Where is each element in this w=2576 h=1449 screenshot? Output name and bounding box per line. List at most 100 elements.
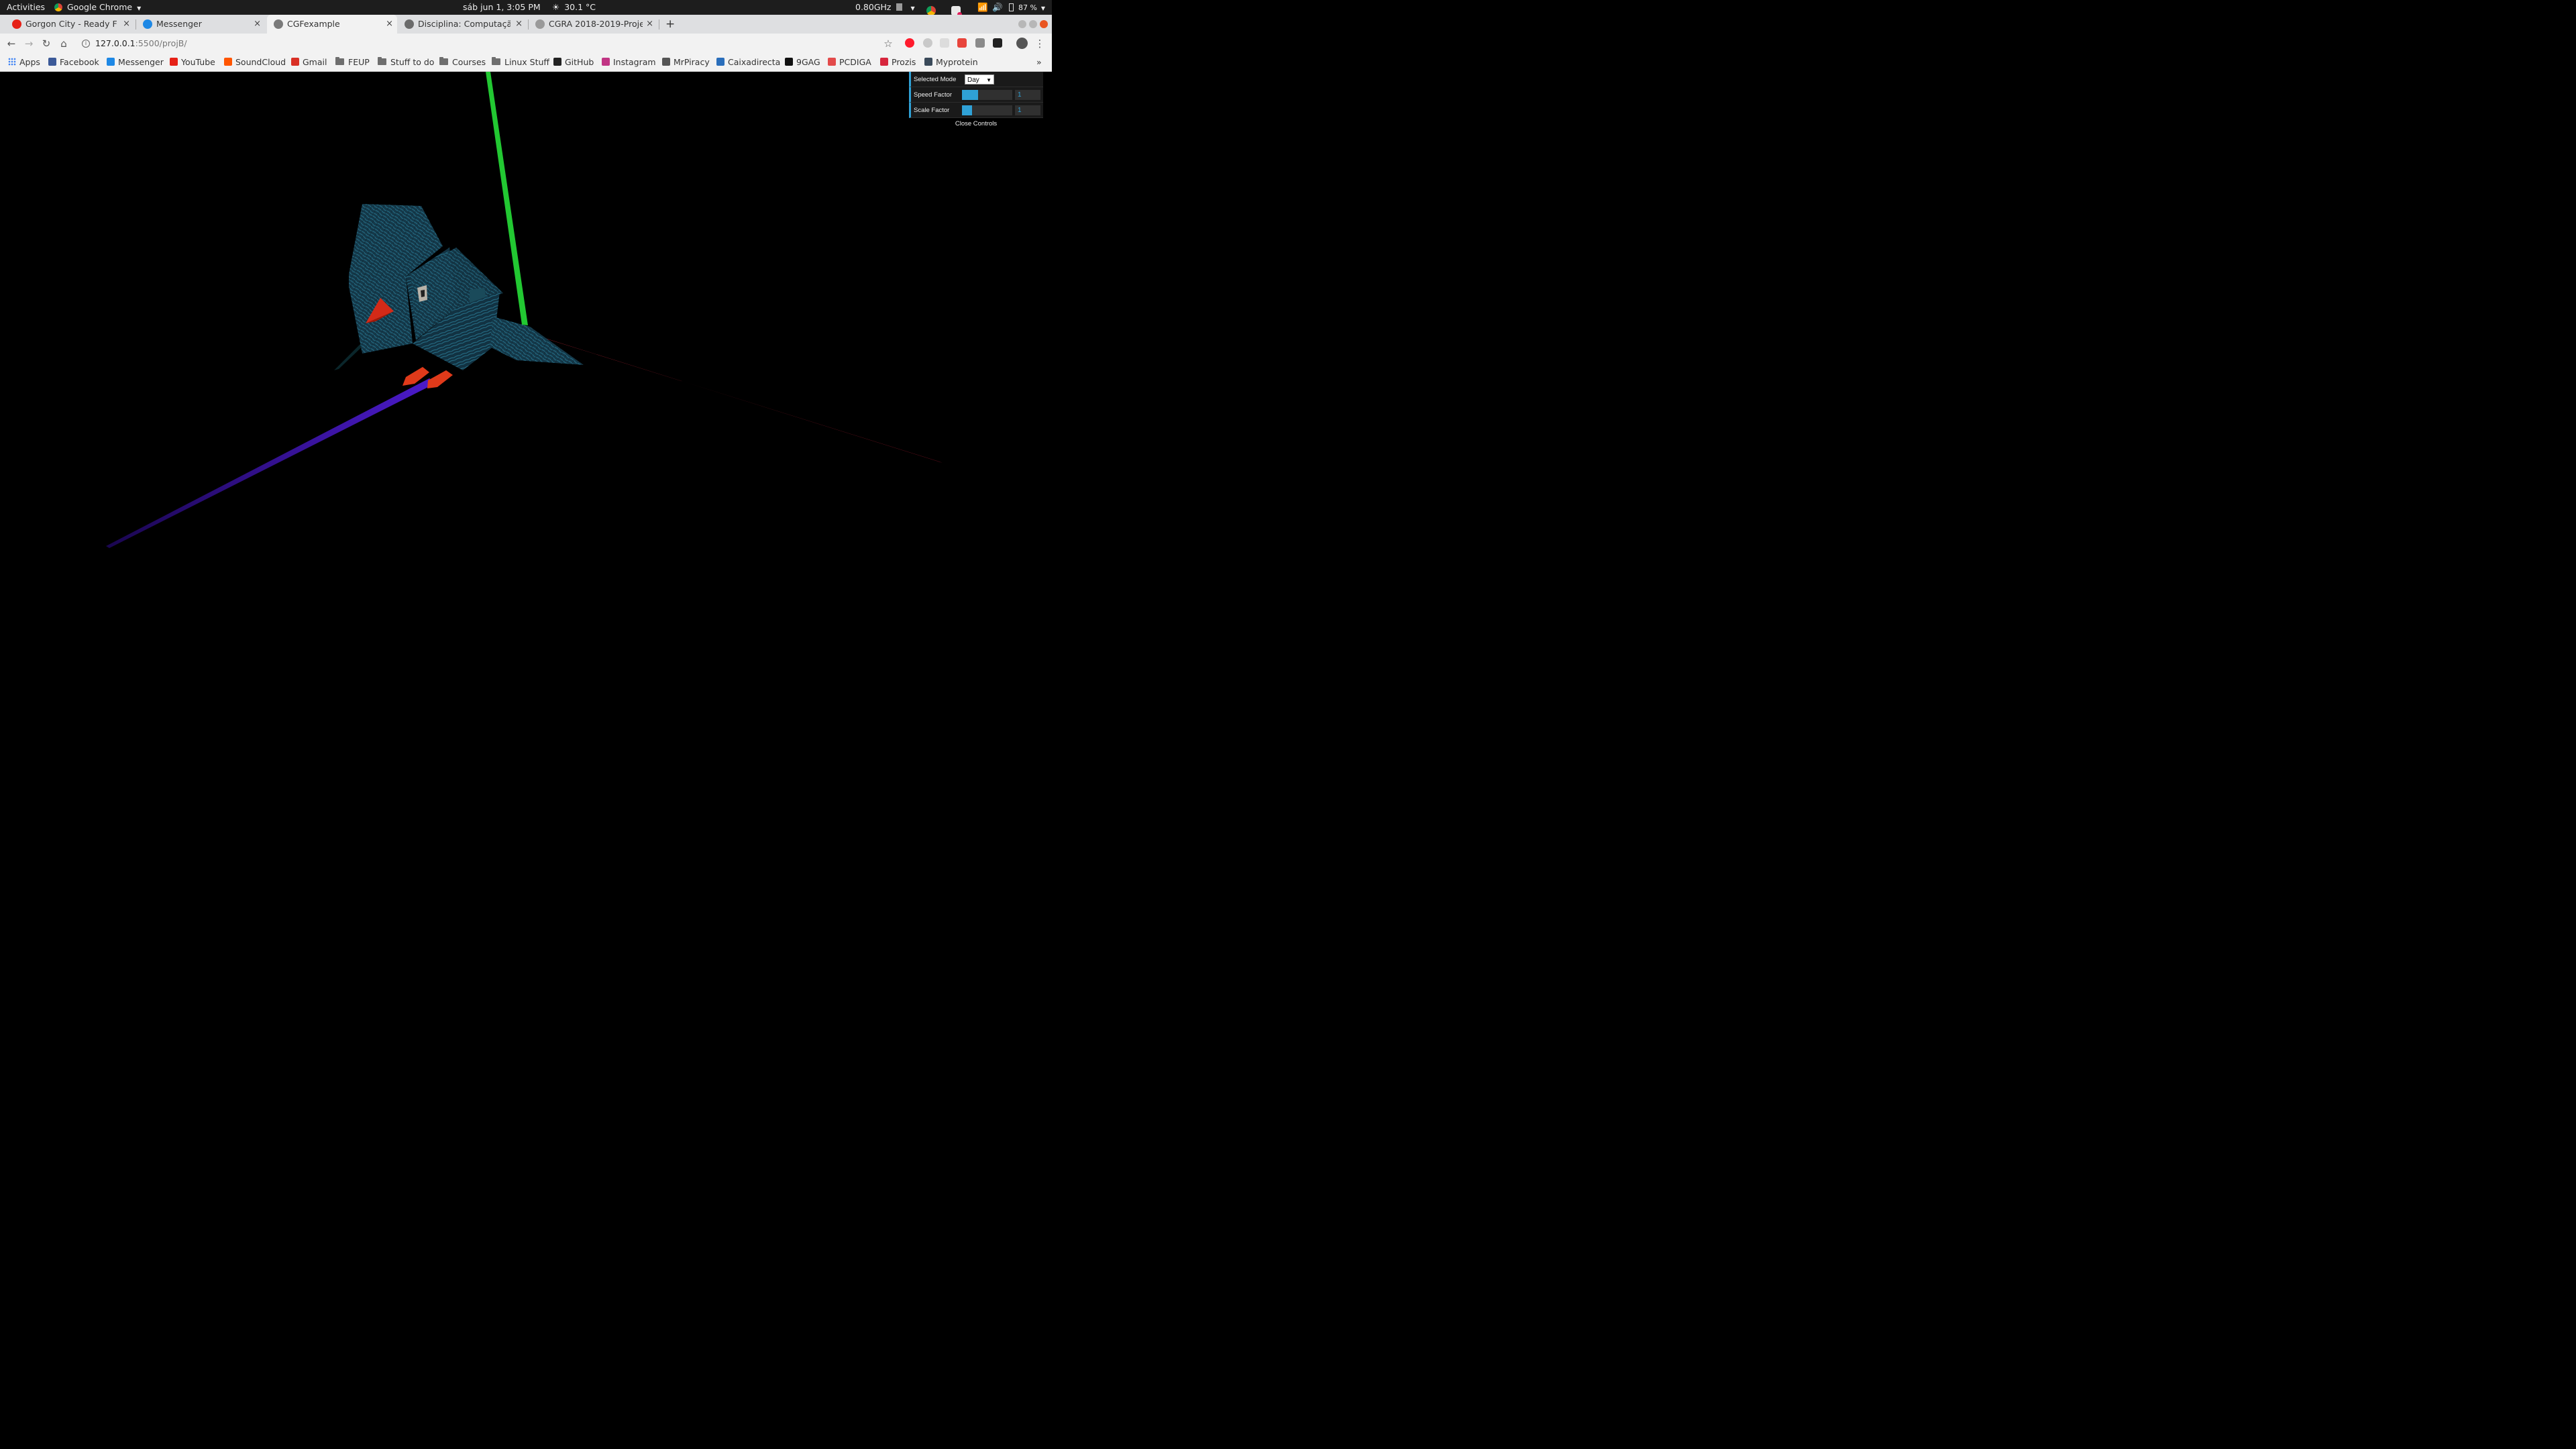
bookmark-label: Instagram <box>613 57 656 67</box>
arrow-right-icon: → <box>24 38 34 50</box>
globe-extension-icon[interactable] <box>923 38 932 48</box>
bookmark-prozis[interactable]: Prozis <box>880 54 916 71</box>
cpu-frequency-indicator[interactable]: 0.80GHz ▼ <box>855 0 915 15</box>
soundcloud-icon <box>224 58 232 66</box>
bookmark-mrpiracy[interactable]: MrPiracy <box>662 54 710 71</box>
url-text: 127.0.0.1:5500/projB/ <box>95 36 187 52</box>
close-icon[interactable]: × <box>515 15 523 34</box>
close-window-button[interactable] <box>1040 20 1048 28</box>
battery-percent: 87 % <box>1018 3 1037 12</box>
extension-icon[interactable] <box>975 38 985 48</box>
bookmark-label: Gmail <box>303 57 327 67</box>
bird-eye-pupil <box>421 290 425 297</box>
slack-tray-icon[interactable] <box>951 3 962 17</box>
bookmark-9gag[interactable]: 9GAG <box>785 54 820 71</box>
extension-icon[interactable] <box>940 38 949 48</box>
volume-icon[interactable]: 🔊 <box>992 0 1003 15</box>
tab-title: CGRA 2018-2019-Projeto <box>549 19 643 29</box>
extension-icon[interactable] <box>993 38 1002 48</box>
battery-indicator[interactable]: 87 % ▼ <box>1009 0 1045 15</box>
reload-button[interactable]: ↻ <box>39 36 54 51</box>
address-bar[interactable]: i 127.0.0.1:5500/projB/ <box>76 36 902 52</box>
close-icon[interactable]: × <box>123 15 130 34</box>
bookmark-feup[interactable]: FEUP <box>335 54 370 71</box>
close-icon[interactable]: × <box>646 15 653 34</box>
maximize-window-button[interactable] <box>1029 20 1037 28</box>
instagram-icon <box>602 58 610 66</box>
bookmark-linux-stuff[interactable]: Linux Stuff <box>492 54 549 71</box>
globe-icon <box>535 19 545 29</box>
forward-button[interactable]: → <box>21 36 36 51</box>
extension-icon[interactable] <box>957 38 967 48</box>
bookmark-instagram[interactable]: Instagram <box>602 54 656 71</box>
pcdiga-icon <box>828 58 836 66</box>
messenger-icon <box>107 58 115 66</box>
mrpiracy-icon <box>662 58 670 66</box>
opera-extension-icon[interactable] <box>905 38 914 48</box>
wifi-icon[interactable]: 📶 <box>977 0 988 15</box>
info-icon[interactable]: i <box>82 40 90 48</box>
bookmarks-overflow-button[interactable]: » <box>1036 54 1042 71</box>
bookmark-messenger[interactable]: Messenger <box>107 54 164 71</box>
new-tab-button[interactable]: + <box>665 15 675 34</box>
bookmark-label: 9GAG <box>796 57 820 67</box>
bookmark-apps[interactable]: Apps <box>8 54 40 71</box>
tab-disciplina[interactable]: Disciplina: Computação Gr × <box>398 15 527 34</box>
chevron-down-icon: ▼ <box>1040 5 1046 11</box>
bookmark-label: Messenger <box>118 57 164 67</box>
url-path: :5500/projB/ <box>135 38 187 48</box>
tab-strip: Gorgon City - Ready Fo × Messenger × CGF… <box>0 15 1052 34</box>
tab-title: CGFexample <box>287 19 340 29</box>
tab-gorgon-city[interactable]: Gorgon City - Ready Fo × <box>5 15 134 34</box>
bookmark-youtube[interactable]: YouTube <box>170 54 215 71</box>
tab-messenger[interactable]: Messenger × <box>136 15 265 34</box>
caixadirecta-icon <box>716 58 724 66</box>
back-button[interactable]: ← <box>4 36 19 51</box>
tab-cgra-projeto[interactable]: CGRA 2018-2019-Projeto × <box>529 15 657 34</box>
tab-cgfexample[interactable]: CGFexample × <box>267 15 397 34</box>
prozis-icon <box>880 58 888 66</box>
speed-slider[interactable] <box>962 90 1012 100</box>
scene-canvas[interactable] <box>0 72 1052 592</box>
scale-slider-fill <box>962 105 972 115</box>
close-controls-button[interactable]: Close Controls <box>909 118 1043 129</box>
scale-input[interactable]: 1 <box>1015 105 1040 115</box>
activities-button[interactable]: Activities <box>7 0 45 15</box>
bookmark-gmail[interactable]: Gmail <box>291 54 327 71</box>
bookmark-caixadirecta[interactable]: Caixadirecta <box>716 54 780 71</box>
speed-input[interactable]: 1 <box>1015 90 1040 100</box>
bookmark-label: Prozis <box>892 57 916 67</box>
axis-z <box>106 378 436 548</box>
bookmark-courses[interactable]: Courses <box>439 54 486 71</box>
speed-label: Speed Factor <box>914 91 953 99</box>
mode-select[interactable]: Day ▼ <box>965 74 994 85</box>
controls-panel: Selected Mode Day ▼ Speed Factor 1 Scale… <box>909 72 1043 129</box>
minimize-window-button[interactable] <box>1018 20 1026 28</box>
close-icon[interactable]: × <box>254 15 261 34</box>
bookmark-label: Caixadirecta <box>728 57 781 67</box>
webgl-viewport[interactable]: Selected Mode Day ▼ Speed Factor 1 Scale… <box>0 72 1052 592</box>
bookmark-github[interactable]: GitHub <box>553 54 594 71</box>
chevron-down-icon: ▼ <box>910 5 915 11</box>
bookmark-myprotein[interactable]: Myprotein <box>924 54 978 71</box>
app-menu[interactable]: Google Chrome ▼ <box>54 0 141 15</box>
youtube-icon <box>170 58 178 66</box>
menu-button[interactable]: ⋮ <box>1032 36 1047 51</box>
scale-label: Scale Factor <box>914 107 950 114</box>
battery-icon <box>1009 3 1014 11</box>
bookmark-stuff-to-do[interactable]: Stuff to do <box>378 54 434 71</box>
bookmark-pcdiga[interactable]: PCDIGA <box>828 54 871 71</box>
clock[interactable]: sáb jun 1, 3:05 PM <box>463 0 541 15</box>
bookmark-star-button[interactable]: ☆ <box>881 36 896 51</box>
close-icon[interactable]: × <box>386 15 393 34</box>
home-button[interactable]: ⌂ <box>56 36 71 51</box>
mode-select-value: Day <box>967 76 979 84</box>
scale-slider[interactable] <box>962 105 1012 115</box>
bookmark-soundcloud[interactable]: SoundCloud <box>224 54 286 71</box>
bookmark-facebook[interactable]: Facebook <box>48 54 99 71</box>
chrome-tray-icon[interactable] <box>926 3 936 15</box>
bookmarks-bar: Apps Facebook Messenger YouTube SoundCloud Gm… <box>0 54 1052 72</box>
weather-indicator[interactable]: ☀ 30.1 °C <box>552 0 596 15</box>
avatar[interactable] <box>1016 38 1028 49</box>
bookmark-label: Courses <box>452 57 486 67</box>
